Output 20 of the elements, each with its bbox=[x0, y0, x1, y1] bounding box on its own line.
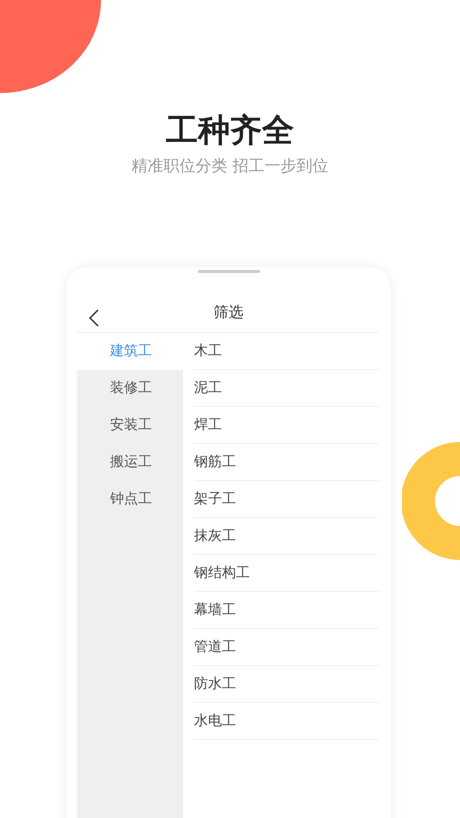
trade-item[interactable]: 钢结构工 bbox=[194, 555, 380, 592]
trade-item[interactable]: 泥工 bbox=[194, 370, 380, 407]
category-item[interactable]: 装修工 bbox=[77, 370, 183, 407]
trade-item[interactable]: 焊工 bbox=[194, 407, 380, 444]
screen-title: 筛选 bbox=[214, 302, 244, 324]
subtitle: 精准职位分类 招工一步到位 bbox=[131, 155, 329, 177]
category-item[interactable]: 搬运工 bbox=[77, 444, 183, 481]
trade-item[interactable]: 架子工 bbox=[194, 481, 380, 518]
category-item[interactable]: 安装工 bbox=[77, 407, 183, 444]
category-item[interactable]: 钟点工 bbox=[77, 481, 183, 518]
trade-item[interactable]: 木工 bbox=[194, 333, 380, 370]
back-icon[interactable] bbox=[89, 309, 99, 327]
trade-item[interactable]: 防水工 bbox=[194, 666, 380, 703]
drag-handle[interactable] bbox=[198, 270, 260, 273]
trade-item[interactable]: 水电工 bbox=[194, 703, 380, 740]
trade-item[interactable]: 幕墙工 bbox=[194, 592, 380, 629]
trade-item[interactable]: 钢筋工 bbox=[194, 444, 380, 481]
trade-item[interactable]: 管道工 bbox=[194, 629, 380, 666]
trade-item[interactable]: 抹灰工 bbox=[194, 518, 380, 555]
headline: 工种齐全 bbox=[166, 110, 294, 151]
